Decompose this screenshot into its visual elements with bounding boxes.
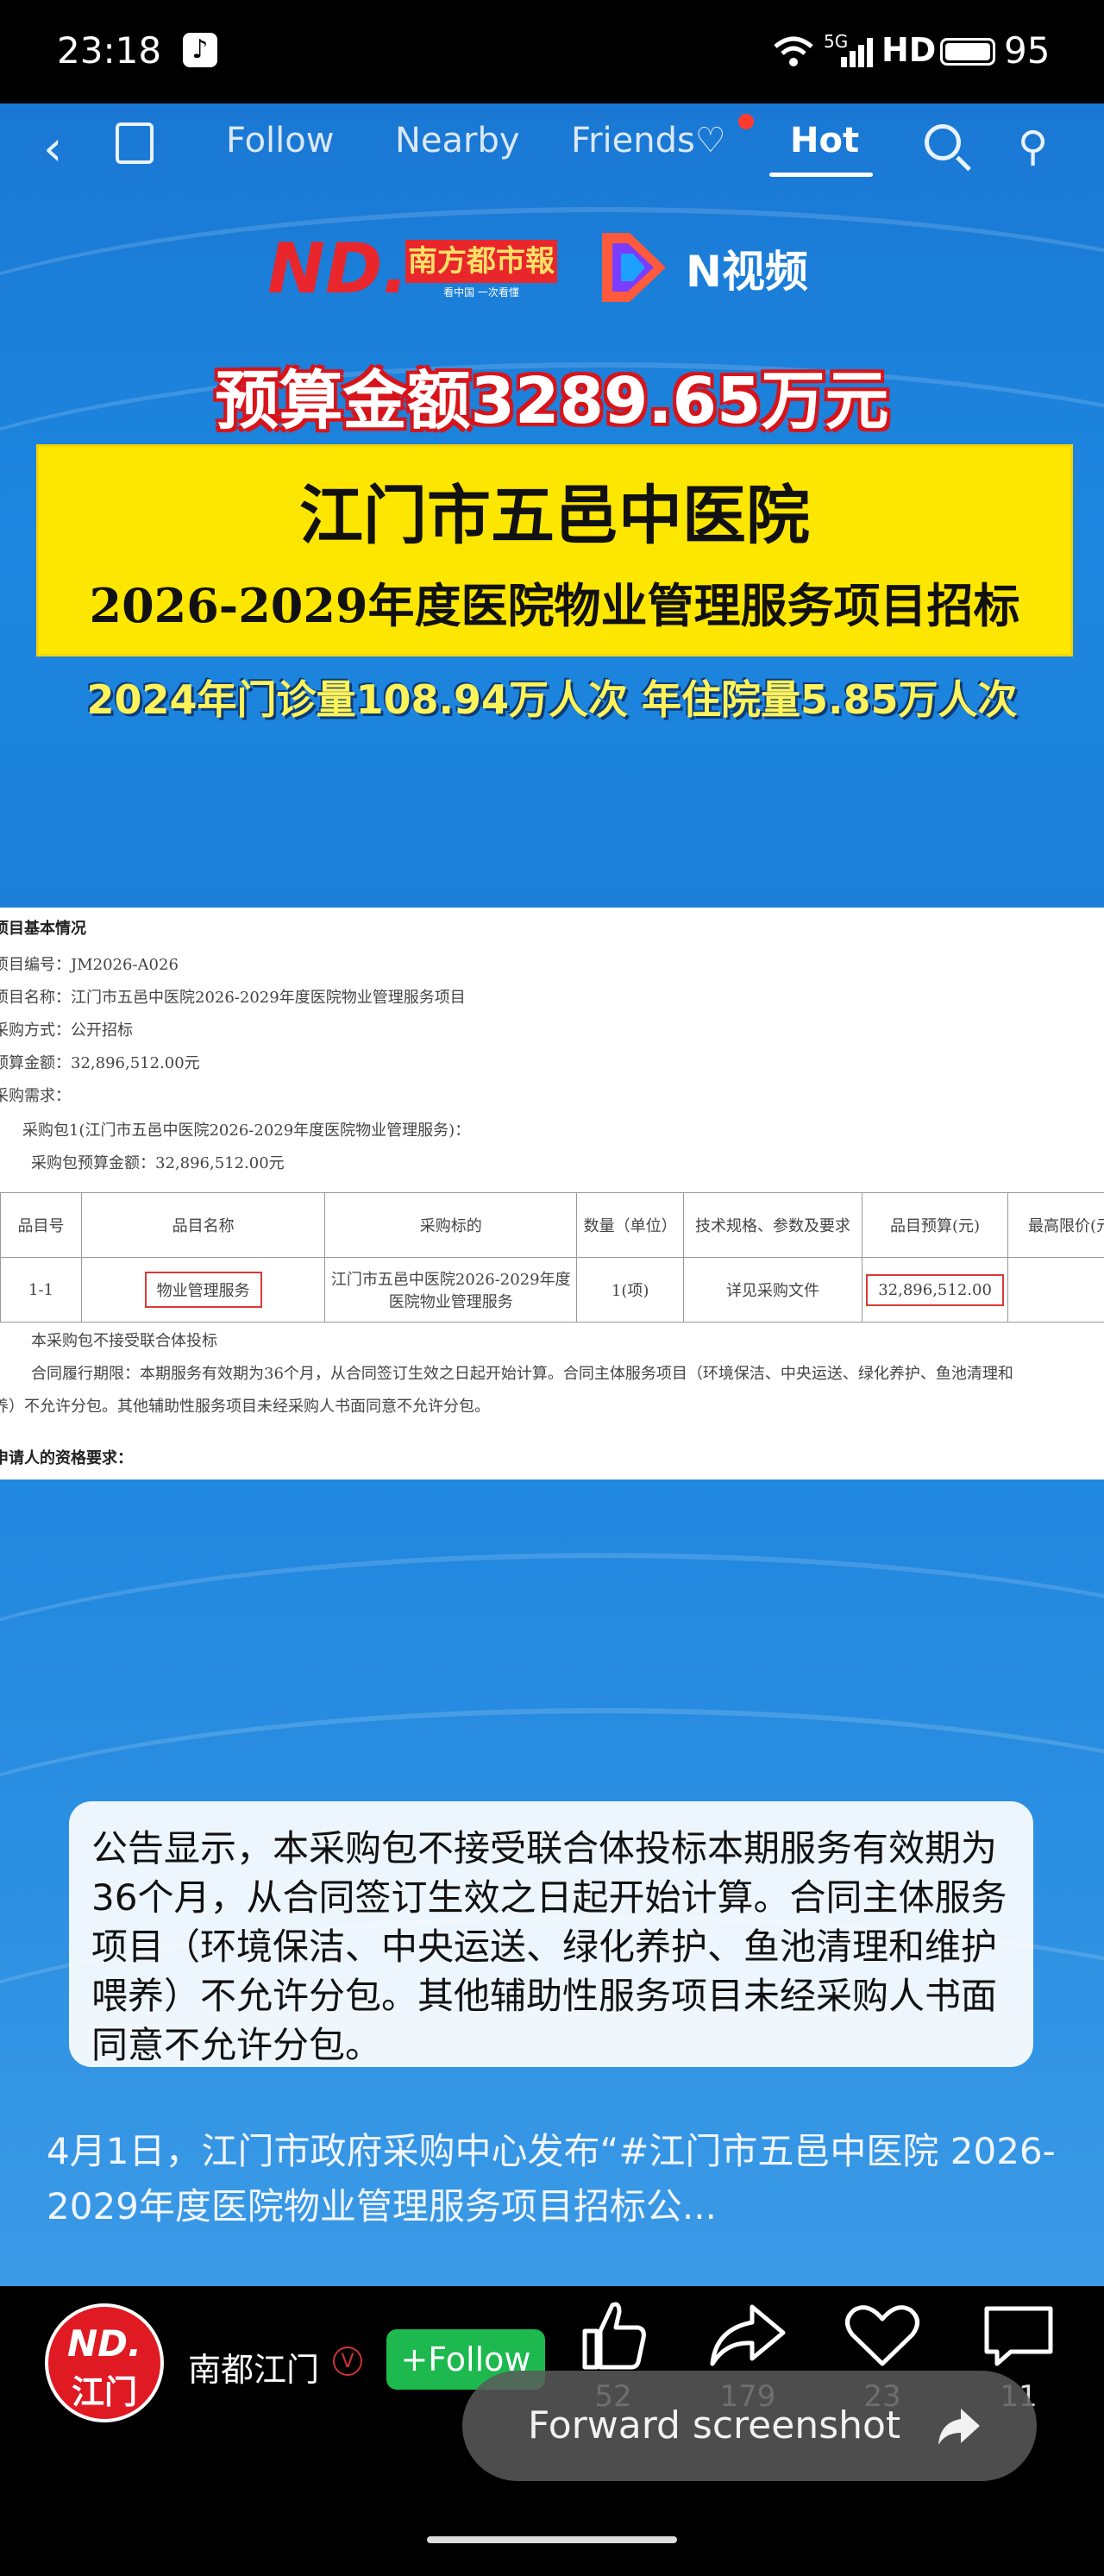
video-caption: 公告显示，本采购包不接受联合体投标本期服务有效期为36个月，从合同签订生效之日起… [69,1801,1033,2067]
banner-project-title: 2026-2029年度医院物业管理服务项目招标 [89,578,1020,633]
tiktok-notification-icon: ♪ [183,33,217,67]
forward-screenshot-label: Forward screenshot [528,2403,901,2447]
tender-document: 项目基本情况 项目编号：JM2026-A026 项目名称：江门市五邑中医院202… [0,908,1104,1480]
doc-table: 品目号 品目名称 采购标的 数量（单位） 技术规格、参数及要求 品目预算(元) … [0,1192,1104,1323]
search-icon[interactable] [925,124,961,160]
home-indicator[interactable] [427,2536,677,2543]
thumbs-up-icon [582,2302,646,2370]
table-cell: 江门市五邑中医院2026-2029年度医院物业管理服务 [324,1257,578,1323]
tab-nearby[interactable]: Nearby [395,121,520,160]
table-cell: 物业管理服务 [81,1257,326,1323]
highlighted-item-name: 物业管理服务 [144,1272,262,1308]
table-cell [1007,1257,1104,1323]
doc-line: 采购包1(江门市五邑中医院2026-2029年度医院物业管理服务)： [22,1122,471,1140]
banner-hospital-name: 江门市五邑中医院 [299,479,810,553]
table-row: 1-1 物业管理服务 江门市五邑中医院2026-2029年度医院物业管理服务 1… [0,1257,1104,1323]
avatar-city-text: 江门 [71,2373,137,2411]
active-tab-indicator [769,173,873,177]
table-cell: 32,896,512.00 [862,1257,1009,1323]
back-icon[interactable]: ‹ [43,121,62,177]
avatar[interactable]: ND. 江门 [45,2303,164,2422]
comment-bubble-icon [984,2306,1053,2366]
bottom-action-bar: ND. 江门 南都江门 V +Follow 52 179 23 11 Forwa… [0,2286,1104,2576]
doc-note: 养）不允许分包。其他辅助性服务项目未经采购人书面同意不允许分包。 [0,1398,490,1416]
nvideo-logo-text: N视频 [686,247,808,297]
forward-screenshot-button[interactable]: Forward screenshot [462,2371,1037,2481]
table-cell: 详见采购文件 [683,1257,863,1323]
table-header: 品目预算(元) [862,1192,1009,1258]
hd-indicator: HD [881,31,937,69]
doc-line: 项目编号：JM2026-A026 [0,956,179,974]
doc-note: 本采购包不接受联合体投标 [31,1332,217,1350]
table-header: 采购标的 [324,1192,578,1258]
wifi-icon [774,36,813,66]
table-cell: 1(项) [576,1257,685,1323]
hospital-stats: 2024年门诊量108.94万人次 年住院量5.85万人次 [86,676,1018,723]
multi-window-icon[interactable] [116,123,154,164]
share-arrow-icon [710,2304,786,2366]
author-name[interactable]: 南都江门 [188,2343,319,2391]
top-nav: ‹ Follow Nearby Friends♡ Hot ⚲ [0,104,1104,190]
verified-badge-icon: V [333,2347,362,2376]
table-cell: 1-1 [0,1257,83,1323]
budget-headline: 预算金额3289.65万元 [215,364,889,438]
doc-line: 预算金额：32,896,512.00元 [0,1054,200,1072]
newspaper-logo: 南方都市報 [405,240,557,283]
newspaper-slogan: 看中国 一次看懂 [443,286,519,298]
table-header-row: 品目号 品目名称 采购标的 数量（单位） 技术规格、参数及要求 品目预算(元) … [0,1192,1104,1258]
tab-hot[interactable]: Hot [790,121,859,160]
doc-note: 合同履行期限：本期服务有效期为36个月，从合同签订生效之日起开始计算。合同主体服… [31,1365,1013,1383]
status-time: 23:18 [57,29,162,72]
doc-note: 申请人的资格要求： [0,1449,133,1467]
table-header: 品目名称 [81,1192,326,1258]
doc-line: 采购包预算金额：32,896,512.00元 [31,1154,285,1172]
title-banner: 江门市五邑中医院 2026-2029年度医院物业管理服务项目招标 [36,444,1073,657]
highlighted-budget: 32,896,512.00 [866,1273,1004,1306]
tab-friends[interactable]: Friends♡ [571,121,726,160]
table-header: 技术规格、参数及要求 [683,1192,863,1258]
tab-follow[interactable]: Follow [226,121,334,160]
forward-arrow-icon [938,2409,980,2445]
status-bar: 23:18 ♪ 5G HD 95 [0,0,1104,104]
notification-dot [738,114,754,129]
video-description[interactable]: 4月1日，江门市政府采购中心发布“#江门市五邑中医院 2026-2029年度医院… [47,2124,1064,2234]
table-header: 最高限价(元) [1007,1192,1104,1258]
table-header: 品目号 [0,1192,83,1258]
doc-line: 采购方式：公开招标 [0,1021,133,1040]
profile-icon[interactable]: ⚲ [1018,123,1048,171]
nvideo-logo-icon [602,233,666,302]
signal-bars-icon [841,38,873,67]
doc-line: 项目名称：江门市五邑中医院2026-2029年度医院物业管理服务项目 [0,989,466,1007]
table-header: 数量（单位） [576,1192,685,1258]
doc-line: 采购需求： [0,1087,71,1105]
avatar-logo-text: ND. [67,2322,141,2365]
battery-icon [940,38,995,66]
nd-logo: ND. [267,229,409,309]
doc-heading: 项目基本情况 [0,920,86,938]
battery-level: 95 [1004,29,1051,72]
heart-icon [845,2305,919,2366]
